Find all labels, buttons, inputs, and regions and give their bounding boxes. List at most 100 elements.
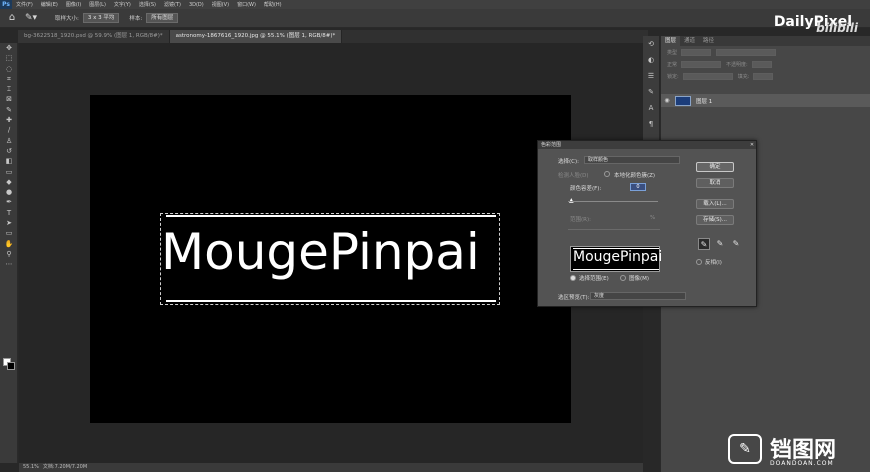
sel-preview-select[interactable]: 灰度 — [590, 292, 686, 300]
quick-select-tool-icon[interactable]: ⌗ — [0, 74, 18, 84]
eyedropper-tool-icon[interactable]: ✎▾ — [25, 11, 45, 25]
watermark-doandoan: ✎ 铛图网 DOANDOAN.COM — [728, 432, 870, 472]
selection-preview[interactable]: MougePinpai — [570, 246, 662, 272]
visibility-eye-icon[interactable]: ◉ — [661, 97, 673, 104]
sample-select[interactable]: 所有图层 — [146, 13, 179, 23]
watermark-en-text: DOANDOAN.COM — [770, 460, 834, 467]
menu-type[interactable]: 文字(Y) — [110, 1, 135, 8]
type-tool-icon[interactable]: T — [0, 208, 18, 218]
selection-radio-label: 选择范围(E) — [579, 276, 609, 282]
kind-filter[interactable]: 类型 — [667, 49, 677, 56]
menu-layer[interactable]: 图层(L) — [85, 1, 110, 8]
tab-doc-2[interactable]: astronomy-1867616_1920.jpg @ 55.1% (图层 1… — [169, 30, 343, 43]
close-icon[interactable]: ✕ — [748, 141, 756, 149]
selection-radio[interactable] — [570, 275, 576, 281]
color-range-dialog: 色彩范围 ✕ 选择(C): 取样颜色 检测人脸(D) 本地化颜色簇(Z) 颜色容… — [537, 140, 757, 307]
eyedropper-plus-icon[interactable]: ✎ — [714, 238, 726, 250]
ps-logo: Ps — [0, 0, 12, 9]
marquee-tool-icon[interactable]: ⬚ — [0, 53, 18, 63]
character-icon[interactable]: A — [643, 100, 659, 116]
localized-label: 本地化颜色簇(Z) — [614, 173, 656, 179]
move-tool-icon[interactable]: ✥ — [0, 43, 18, 53]
sample-size-select[interactable]: 3 x 3 平均 — [82, 13, 120, 23]
ok-button[interactable]: 确定 — [696, 162, 734, 172]
eraser-tool-icon[interactable]: ◧ — [0, 156, 18, 166]
tab-channels[interactable]: 通道 — [680, 36, 699, 46]
brush-settings-icon[interactable]: ✎ — [643, 84, 659, 100]
lock-icons[interactable] — [682, 72, 733, 80]
save-button[interactable]: 存储(S)... — [696, 215, 734, 225]
menu-image[interactable]: 图像(I) — [62, 1, 85, 8]
properties-icon[interactable]: ☰ — [643, 68, 659, 84]
localized-checkbox[interactable] — [604, 171, 610, 177]
filter-icons[interactable] — [716, 48, 777, 56]
menu-help[interactable]: 帮助(H) — [260, 1, 286, 8]
options-bar: ⌂ ✎▾ 取样大小: 3 x 3 平均 样本: 所有图层 — [0, 9, 870, 28]
pen-tool-icon[interactable]: ✒ — [0, 197, 18, 207]
zoom-tool-icon[interactable]: ⚲ — [0, 249, 18, 259]
background-color-swatch[interactable] — [7, 362, 15, 370]
paragraph-icon[interactable]: ¶ — [643, 116, 659, 132]
healing-tool-icon[interactable]: ✚ — [0, 115, 18, 125]
document-tabs: bg-3622518_1920.psd @ 59.9% (图层 1, RGB/8… — [18, 30, 648, 43]
crop-tool-icon[interactable]: ⌶ — [0, 84, 18, 94]
zoom-level[interactable]: 55.1% — [23, 463, 39, 472]
canvas-text: MougePinpai — [161, 223, 480, 281]
menu-select[interactable]: 选择(S) — [135, 1, 160, 8]
document-canvas[interactable]: MougePinpai — [90, 95, 571, 423]
fuzziness-slider[interactable] — [568, 201, 658, 202]
preview-bottom-rule — [573, 269, 659, 270]
eyedropper-icon[interactable]: ✎ — [698, 238, 710, 250]
tab-doc-1[interactable]: bg-3622518_1920.psd @ 59.9% (图层 1, RGB/8… — [18, 30, 170, 43]
range-unit: % — [650, 215, 656, 221]
history-brush-icon[interactable]: ↺ — [0, 146, 18, 156]
gradient-tool-icon[interactable]: ▭ — [0, 167, 18, 177]
dialog-title: 色彩范围 — [541, 142, 562, 148]
blend-mode[interactable]: 正常 — [667, 61, 677, 68]
stamp-tool-icon[interactable]: ♙ — [0, 136, 18, 146]
home-icon[interactable]: ⌂ — [5, 11, 19, 25]
menu-file[interactable]: 文件(F) — [12, 1, 37, 8]
eyedropper-icon[interactable]: ✎ — [0, 105, 18, 115]
menu-edit[interactable]: 编辑(E) — [37, 1, 62, 8]
dodge-tool-icon[interactable]: ● — [0, 187, 18, 197]
path-select-icon[interactable]: ➤ — [0, 218, 18, 228]
fill-field[interactable] — [753, 72, 774, 80]
menu-filter[interactable]: 滤镜(T) — [160, 1, 185, 8]
shape-tool-icon[interactable]: ▭ — [0, 228, 18, 238]
menu-view[interactable]: 视图(V) — [208, 1, 233, 8]
blend-select[interactable] — [681, 60, 722, 68]
hand-tool-icon[interactable]: ✋ — [0, 239, 18, 249]
top-rule — [166, 215, 496, 217]
menu-window[interactable]: 窗口(W) — [233, 1, 260, 8]
sample-label: 样本: — [129, 16, 143, 22]
tab-layers[interactable]: 图层 — [661, 36, 681, 46]
kind-filter-row: 类型 — [661, 46, 870, 58]
blend-row: 正常 不透明度: — [661, 58, 870, 70]
cancel-button[interactable]: 取消 — [696, 178, 734, 188]
menu-3d[interactable]: 3D(D) — [185, 2, 208, 8]
invert-checkbox[interactable] — [696, 259, 702, 265]
opacity-field[interactable] — [751, 60, 772, 68]
tab-paths[interactable]: 路径 — [699, 36, 718, 46]
eyedropper-minus-icon[interactable]: ✎ — [730, 238, 742, 250]
select-dropdown[interactable]: 取样颜色 — [584, 156, 680, 164]
layer-name[interactable]: 图层 1 — [696, 97, 712, 105]
detect-faces-label: 检测人脸(D) — [558, 173, 589, 179]
fill-label: 填充: — [737, 73, 750, 80]
more-tools-icon[interactable]: ⋯ — [0, 259, 18, 269]
blur-tool-icon[interactable]: ◆ — [0, 177, 18, 187]
sample-size-label: 取样大小: — [55, 16, 79, 22]
fuzziness-field[interactable]: 0 — [630, 183, 646, 191]
load-button[interactable]: 载入(L)... — [696, 199, 734, 209]
adjust-icon[interactable]: ◐ — [643, 52, 659, 68]
image-radio[interactable] — [620, 275, 626, 281]
range-label: 范围(R): — [570, 217, 591, 223]
lasso-tool-icon[interactable]: ◌ — [0, 64, 18, 74]
frame-tool-icon[interactable]: ⊠ — [0, 94, 18, 104]
brush-tool-icon[interactable]: ∕ — [0, 125, 18, 135]
layer-row[interactable]: ◉ 图层 1 — [661, 94, 870, 107]
dialog-titlebar: 色彩范围 ✕ — [538, 141, 756, 149]
history-icon[interactable]: ⟲ — [643, 36, 659, 52]
kind-select[interactable] — [681, 48, 712, 56]
